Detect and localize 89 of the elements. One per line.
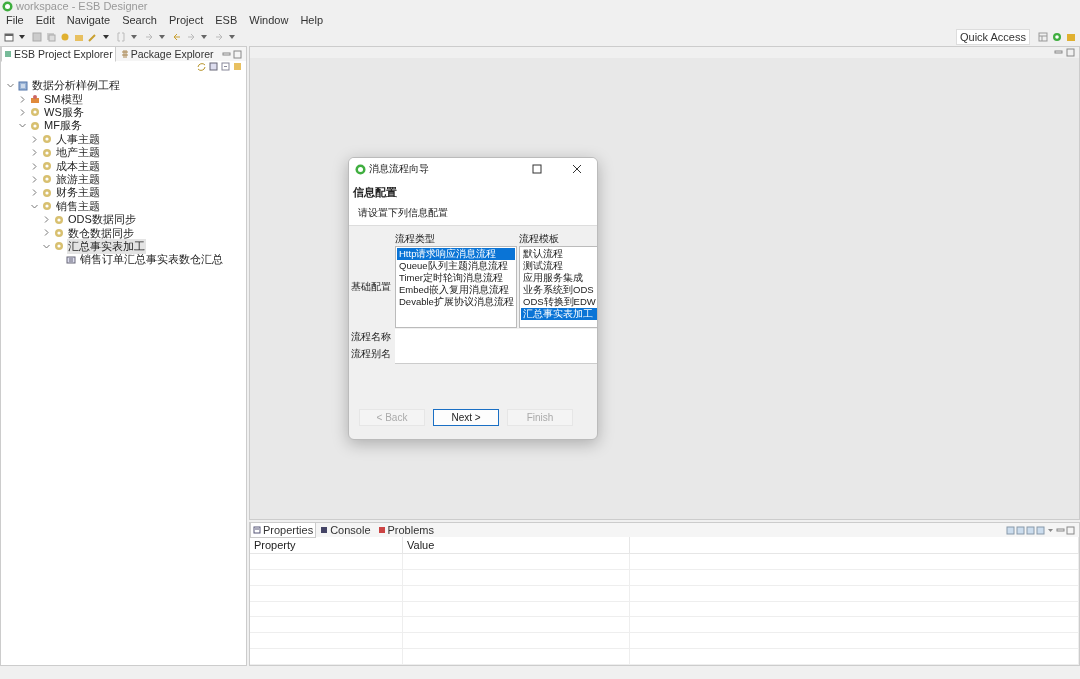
list-item[interactable]: Embed嵌入复用消息流程 <box>397 284 515 296</box>
field-label: 流程模板 <box>519 233 560 246</box>
field-label: 流程类型 <box>395 233 436 246</box>
project-icon <box>18 80 28 91</box>
perspective-icon[interactable] <box>1038 32 1048 42</box>
tree-item[interactable]: 地产主题 <box>55 145 101 161</box>
tree-item[interactable]: 旅游主题 <box>55 171 101 187</box>
minimize-icon[interactable] <box>1054 48 1063 57</box>
list-item[interactable]: 测试流程 <box>521 260 597 272</box>
menu-item[interactable]: Window <box>249 14 289 26</box>
tree-item[interactable]: 汇总事实表加工 <box>67 238 146 254</box>
page-description: 请设置下列信息配置 <box>358 206 449 220</box>
chevron-icon[interactable] <box>30 188 39 198</box>
menu-item[interactable]: Navigate <box>66 14 111 26</box>
window-icon[interactable] <box>4 32 14 42</box>
panel-tab[interactable]: ESB Project Explorer <box>1 47 116 62</box>
quick-access-field[interactable]: Quick Access <box>955 29 1030 45</box>
minimize-icon[interactable] <box>222 49 231 59</box>
menu-item[interactable]: File <box>6 14 24 26</box>
list-item[interactable]: Devable扩展协议消息流程 <box>397 296 515 308</box>
panel-tab[interactable]: Problems <box>374 523 437 538</box>
tree-item[interactable]: SM模型 <box>43 91 84 107</box>
menu-item[interactable]: ESB <box>215 14 238 26</box>
forward-icon[interactable] <box>214 32 224 42</box>
circle-icon[interactable] <box>1052 32 1062 42</box>
model-icon <box>30 94 40 105</box>
chevron-icon[interactable] <box>42 215 51 225</box>
maximize-icon[interactable] <box>532 164 542 174</box>
chevron-icon[interactable] <box>30 134 39 144</box>
app-logo-icon <box>2 0 13 12</box>
menu-item[interactable]: Edit <box>35 14 55 26</box>
tree-item[interactable]: 销售主题 <box>55 198 101 214</box>
chevron-icon[interactable] <box>30 161 39 171</box>
save-icon[interactable] <box>32 32 42 42</box>
arrow-icon[interactable] <box>144 32 154 42</box>
menu-item[interactable]: Project <box>169 14 204 26</box>
tree-item[interactable]: MF服务 <box>43 118 83 134</box>
problems-icon <box>377 526 386 534</box>
tree-item[interactable]: ODS数据同步 <box>67 212 137 228</box>
column-header: Property <box>250 537 403 553</box>
list-item[interactable]: Http请求响应消息流程 <box>397 248 515 260</box>
project-icon <box>4 50 12 58</box>
field-label: 流程名称 <box>351 329 392 344</box>
tree-item[interactable]: 人事主题 <box>55 131 101 147</box>
panel-tab[interactable]: Properties <box>250 523 317 538</box>
flow-icon <box>66 254 76 265</box>
column-header: Value <box>403 537 630 553</box>
properties-icon <box>253 526 261 534</box>
list-item[interactable]: 应用服务集成 <box>521 272 597 284</box>
folder-icon[interactable] <box>74 32 84 42</box>
alias-field[interactable] <box>395 346 597 364</box>
menu-item[interactable]: Search <box>122 14 157 26</box>
bracket-icon[interactable] <box>116 32 126 42</box>
list-item[interactable]: 汇总事实表加工 <box>521 308 597 320</box>
forward-icon[interactable] <box>186 32 196 42</box>
list-item[interactable]: Queue队列主题消息流程 <box>397 260 515 272</box>
tree-item[interactable]: 财务主题 <box>55 185 101 201</box>
list-item[interactable]: ODS转换到EDW <box>521 296 597 308</box>
panel-tab[interactable]: Console <box>317 523 374 538</box>
field-label: 流程别名 <box>351 346 392 361</box>
back-icon[interactable] <box>172 32 182 42</box>
chevron-icon[interactable] <box>30 148 39 158</box>
console-icon <box>320 526 329 534</box>
chevron-icon[interactable] <box>18 107 27 117</box>
dialog-title: 消息流程向导 <box>369 162 429 176</box>
tree-item[interactable]: WS服务 <box>43 105 85 120</box>
list-item[interactable]: Timer定时轮询消息流程 <box>397 272 515 284</box>
wizard-button[interactable]: Next > <box>433 409 499 426</box>
tree-item[interactable]: 数据分析样例工程 <box>31 78 121 94</box>
chevron-icon[interactable] <box>18 94 27 104</box>
name-field[interactable] <box>395 329 597 347</box>
close-icon[interactable] <box>572 164 582 174</box>
tree-item[interactable]: 数仓数据同步 <box>67 225 135 241</box>
minimize-icon[interactable] <box>1056 525 1065 535</box>
window-title: workspace - ESB Designer <box>16 0 148 12</box>
list-item[interactable]: 业务系统到ODS <box>521 284 597 296</box>
menu-item[interactable]: Help <box>300 14 323 26</box>
save-all-icon[interactable] <box>46 32 56 42</box>
tree-item[interactable]: 成本主题 <box>55 158 101 174</box>
folder-icon[interactable] <box>1066 32 1076 42</box>
section-label: 基础配置 <box>351 280 392 294</box>
page-heading: 信息配置 <box>353 185 398 200</box>
list-item[interactable]: 默认流程 <box>521 248 597 260</box>
tree-item[interactable]: 销售订单汇总事实表数仓汇总 <box>79 252 224 268</box>
chevron-icon[interactable] <box>30 174 39 184</box>
sync-icon[interactable] <box>197 62 206 71</box>
panel-tab[interactable]: Package Explorer <box>117 47 217 62</box>
app-logo-icon <box>355 163 366 175</box>
chevron-icon[interactable] <box>42 228 51 238</box>
